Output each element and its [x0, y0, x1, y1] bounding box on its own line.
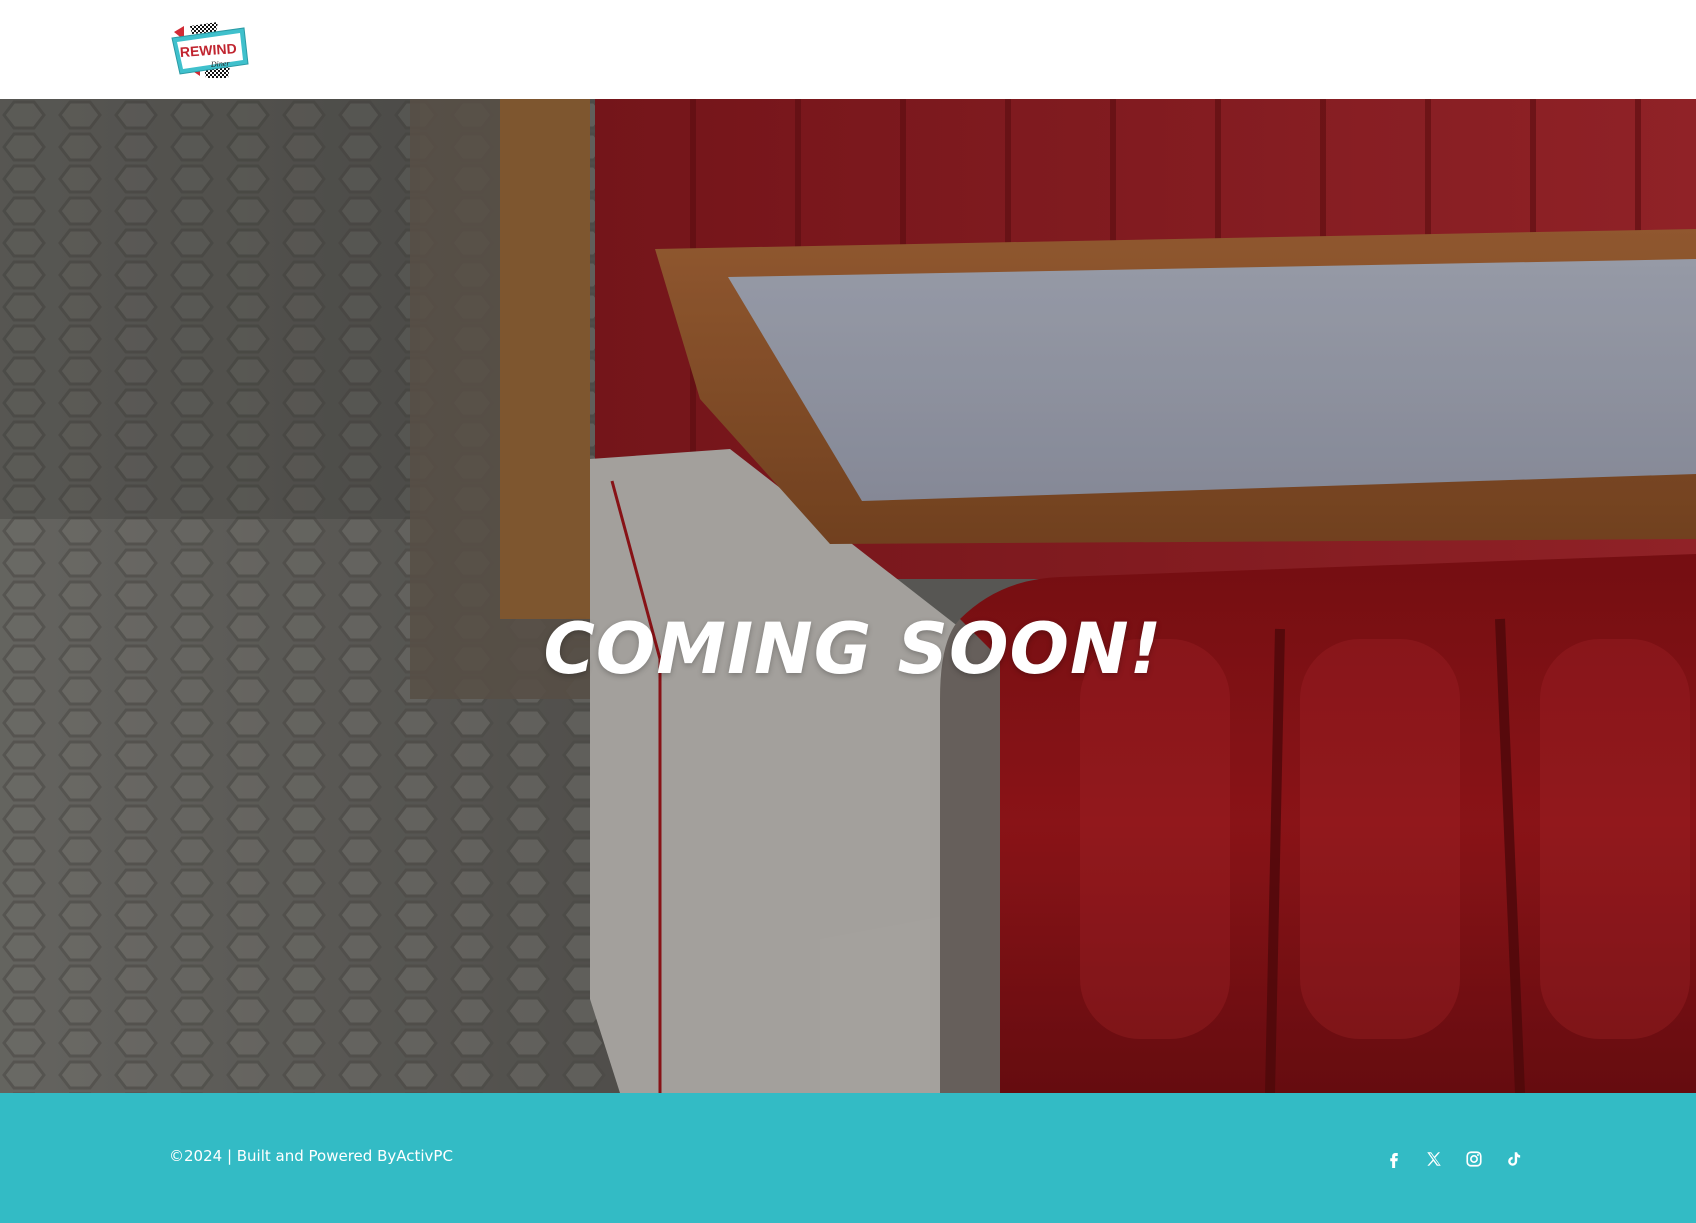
activpc-link[interactable]: ActivPC [396, 1147, 453, 1165]
instagram-icon [1466, 1151, 1482, 1167]
copyright-text: ©2024 | Built and Powered By ActivPC [169, 1147, 453, 1165]
facebook-link[interactable] [1384, 1149, 1404, 1169]
instagram-link[interactable] [1464, 1149, 1484, 1169]
tiktok-icon [1508, 1152, 1521, 1166]
hero-section: COMING SOON! [0, 99, 1696, 1093]
site-footer: ©2024 | Built and Powered By ActivPC [0, 1093, 1696, 1223]
hero-title: COMING SOON! [543, 608, 1163, 690]
diner-booth-photo [0, 99, 1696, 1093]
x-twitter-icon [1427, 1152, 1441, 1166]
facebook-icon [1390, 1153, 1398, 1168]
x-link[interactable] [1424, 1149, 1444, 1169]
rewind-diner-logo-icon: REWIND Diner [171, 22, 249, 78]
social-links [1384, 1149, 1524, 1169]
copyright-prefix: ©2024 | Built and Powered By [169, 1147, 397, 1165]
site-header: REWIND Diner [0, 0, 1696, 99]
rewind-diner-logo[interactable]: REWIND Diner [170, 22, 250, 80]
logo-subtext: Diner [210, 59, 231, 69]
tiktok-link[interactable] [1504, 1149, 1524, 1169]
